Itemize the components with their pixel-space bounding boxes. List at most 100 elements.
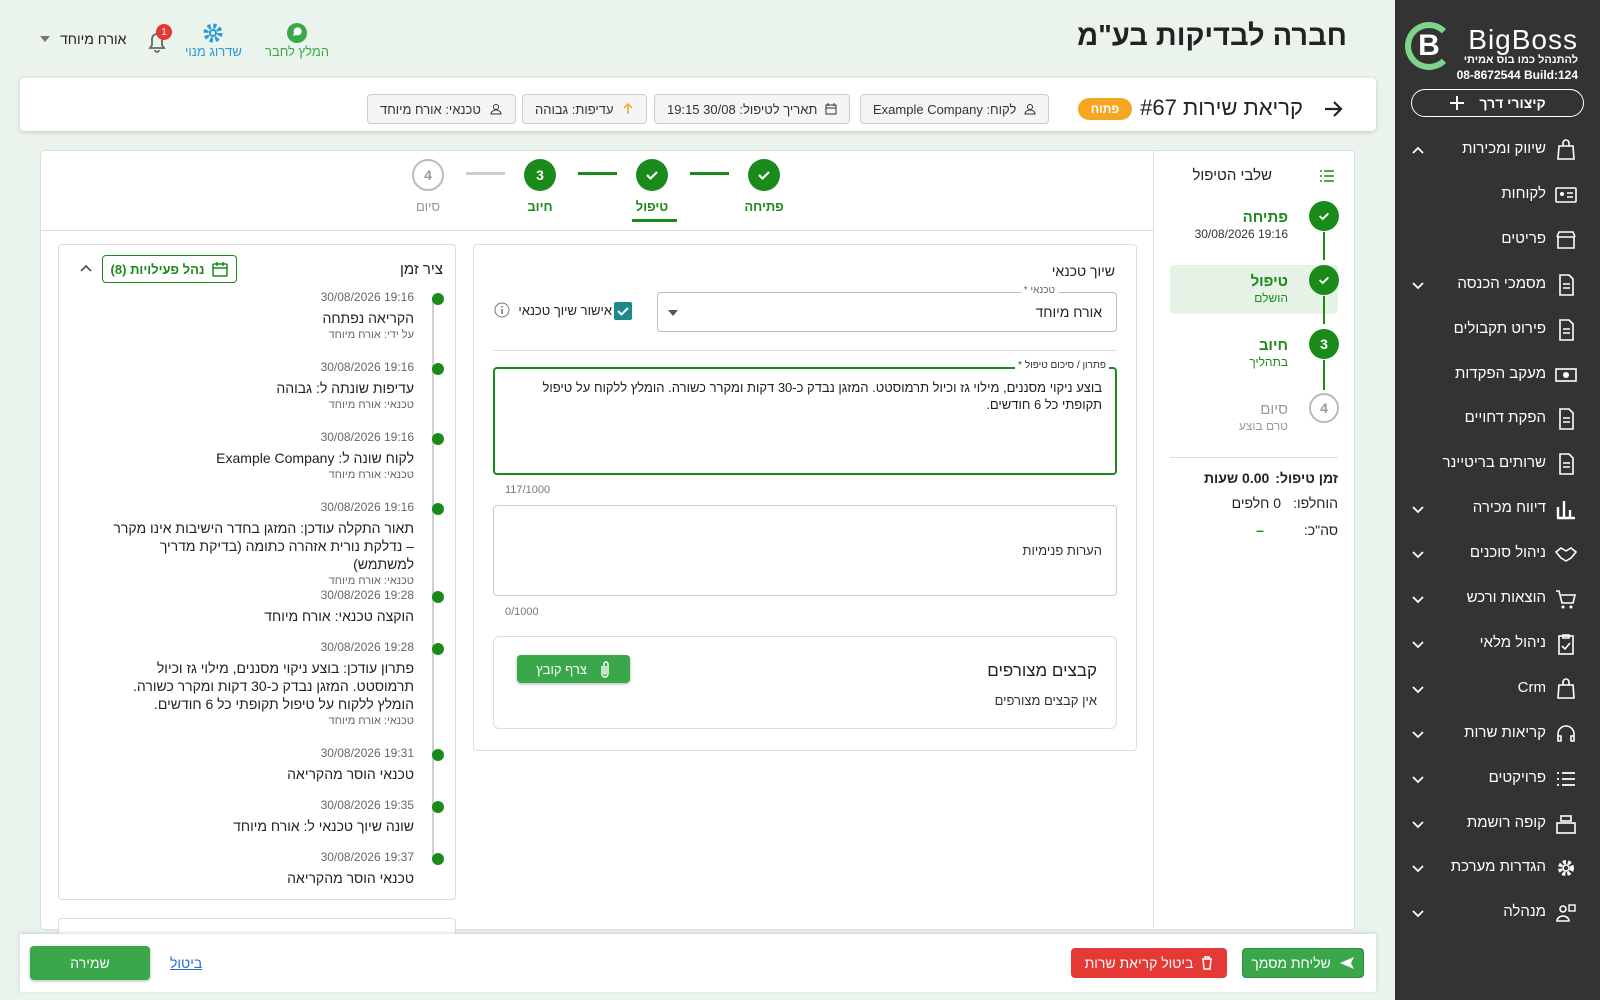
timeline-text: פתרון עודכן: בוצע ניקוי מסננים, מילוי גז…	[133, 660, 414, 712]
timeline-dot	[432, 749, 444, 761]
timeline-author: טכנאי: אורח מיוחד	[328, 715, 414, 727]
recommend-button[interactable]: המלץ לחבר	[265, 22, 329, 59]
timeline-time: 19:16 30/08/2026	[320, 360, 414, 374]
sidebar-item[interactable]: שרותים בריטיינר	[1395, 444, 1600, 484]
sidebar-item-label: הגדרות מערכת	[1450, 858, 1546, 876]
sidebar-item[interactable]: פריטים	[1395, 220, 1600, 260]
cancel-call-button[interactable]: ביטול קריאת שרות	[1071, 948, 1227, 978]
attach-file-button[interactable]: צרף קובץ	[517, 655, 630, 683]
register-icon	[1556, 814, 1576, 834]
solution-textarea[interactable]: פתרון / סיכום טיפול * בוצע ניקוי מסננים,…	[493, 360, 1117, 475]
timeline-text: טכנאי הוסר מהקריאה	[287, 870, 414, 886]
sidebar-item[interactable]: ניהול סוכנים	[1395, 534, 1600, 574]
sidebar-item-label: הפקת דחויים	[1464, 409, 1546, 427]
sidebar-item[interactable]: מנהלה	[1395, 893, 1600, 933]
back-arrow-icon[interactable]	[1323, 99, 1343, 119]
stage-subtitle: הושלם	[1254, 291, 1288, 305]
sidebar-item-label: פירוט תקבולים	[1453, 319, 1546, 337]
timeline-text: הקריאה נפתחה	[322, 310, 414, 326]
client-label: לקוח: Example Company	[873, 101, 1017, 117]
tech-chip[interactable]: טכנאי: אורח מיוחד	[367, 94, 516, 124]
sidebar-item[interactable]: Crm	[1395, 669, 1600, 709]
step-1-circle[interactable]	[748, 159, 780, 191]
sidebar: B BigBoss להתנהל כמו בוס אמיתי 08-867254…	[1395, 0, 1600, 1000]
timeline-text: תאור התקלה עודכן: המזגן בחדר הישיבות אינ…	[113, 520, 414, 572]
trash-icon	[1202, 956, 1213, 970]
bag-icon	[1557, 678, 1575, 699]
timeline-author: טכנאי: אורח מיוחד	[328, 399, 414, 411]
step-4-circle[interactable]: 4	[412, 159, 444, 191]
cash-icon	[1555, 367, 1577, 382]
sidebar-item-label: מסמכי הכנסה	[1457, 274, 1546, 292]
check-icon	[758, 171, 770, 181]
notes-textarea[interactable]: הערות פנימיות	[493, 505, 1117, 596]
technician-select-label: טכנאי *	[1020, 285, 1058, 296]
save-button[interactable]: שמירה	[30, 946, 150, 980]
bag-icon	[1557, 139, 1575, 160]
id-card-icon	[1555, 187, 1577, 203]
attachments-empty: אין קבצים מצורפים	[994, 693, 1097, 708]
client-chip[interactable]: לקוח: Example Company	[860, 94, 1050, 124]
send-icon	[1339, 957, 1354, 969]
gear-icon	[1558, 860, 1574, 877]
solution-label: פתרון / סיכום טיפול *	[1015, 360, 1109, 371]
sidebar-item[interactable]: פרויקטים	[1395, 759, 1600, 799]
chevron-down-icon	[1412, 282, 1424, 289]
divider	[40, 230, 1153, 231]
company-title: חברה לבדיקות בע"מ	[1077, 20, 1347, 52]
sidebar-item[interactable]: מעקב הפקדות	[1395, 355, 1600, 395]
sidebar-item-label: Crm	[1517, 678, 1546, 696]
date-chip[interactable]: תאריך לטיפול: 30/08 19:15	[654, 94, 851, 124]
priority-chip[interactable]: עדיפות: גבוהה	[522, 94, 647, 124]
confirm-checkbox[interactable]	[614, 302, 632, 320]
stage-title: טיפול	[1250, 273, 1288, 290]
sidebar-item[interactable]: דיווח מכירה	[1395, 489, 1600, 529]
active-step-underline	[632, 219, 677, 222]
list-icon	[1557, 771, 1575, 786]
check-icon	[1318, 276, 1330, 285]
stages-title: שלבי הטיפול	[1192, 167, 1272, 184]
brand-name: BigBoss	[1468, 24, 1578, 55]
chevron-up-icon[interactable]	[80, 264, 92, 272]
sidebar-item[interactable]: מסמכי הכנסה	[1395, 265, 1600, 305]
cancel-link[interactable]: ביטול	[170, 955, 202, 971]
status-badge: פתוח	[1078, 98, 1132, 120]
attach-file-label: צרף קובץ	[536, 661, 587, 677]
manage-activities-button[interactable]: נהל פעילויות (8)	[102, 255, 237, 283]
technician-select[interactable]: טכנאי * אורח מיוחד	[657, 285, 1117, 332]
treatment-time: זמן טיפול: 0.00 שעות	[1203, 470, 1338, 486]
calendar-edit-icon	[212, 262, 229, 277]
shortcuts-button[interactable]: קיצורי דרך	[1411, 89, 1584, 117]
sidebar-item[interactable]: פירוט תקבולים	[1395, 310, 1600, 350]
sidebar-item[interactable]: הגדרות מערכת	[1395, 848, 1600, 888]
sidebar-item-label: ניהול מלאי	[1479, 633, 1546, 651]
user-menu[interactable]: אורח מיוחד	[40, 31, 126, 47]
upgrade-button[interactable]: שדרוג מנוי	[185, 22, 242, 59]
sidebar-item-label: קופה רושמת	[1466, 813, 1546, 831]
step-3-circle[interactable]: 3	[524, 159, 556, 191]
date-label: תאריך לטיפול: 30/08 19:15	[667, 101, 818, 117]
tech-label: טכנאי: אורח מיוחד	[380, 101, 481, 117]
attachments-panel: קבצים מצורפים אין קבצים מצורפים צרף קובץ	[493, 636, 1117, 729]
sidebar-item[interactable]: קריאות שרות	[1395, 714, 1600, 754]
sidebar-item[interactable]: הוצאות ורכש	[1395, 579, 1600, 619]
notifications-button[interactable]: 1	[146, 24, 172, 54]
chevron-down-icon	[1412, 731, 1424, 738]
solution-text: בוצע ניקוי מסננים, מילוי גז וכיול תרמוסט…	[542, 380, 1102, 412]
sidebar-item[interactable]: ניהול מלאי	[1395, 624, 1600, 664]
solution-counter: 117/1000	[505, 484, 551, 496]
stage-subtitle: בתהליך	[1249, 355, 1288, 369]
sidebar-item[interactable]: שיווק ומכירות	[1395, 130, 1600, 170]
send-document-button[interactable]: שליחת מסמך	[1242, 948, 1364, 978]
chevron-down-icon	[1412, 641, 1424, 649]
check-icon	[1318, 212, 1330, 221]
sidebar-item[interactable]: לקוחות	[1395, 175, 1600, 215]
total: סה"כ: –	[1256, 522, 1338, 538]
sidebar-item[interactable]: הפקת דחויים	[1395, 399, 1600, 439]
stage-title: פתיחה	[1242, 209, 1288, 226]
sidebar-item[interactable]: קופה רושמת	[1395, 804, 1600, 844]
step-2-circle[interactable]	[636, 159, 668, 191]
cart-icon	[1556, 590, 1577, 609]
chevron-down-icon	[1412, 820, 1424, 828]
info-icon[interactable]	[494, 302, 510, 318]
